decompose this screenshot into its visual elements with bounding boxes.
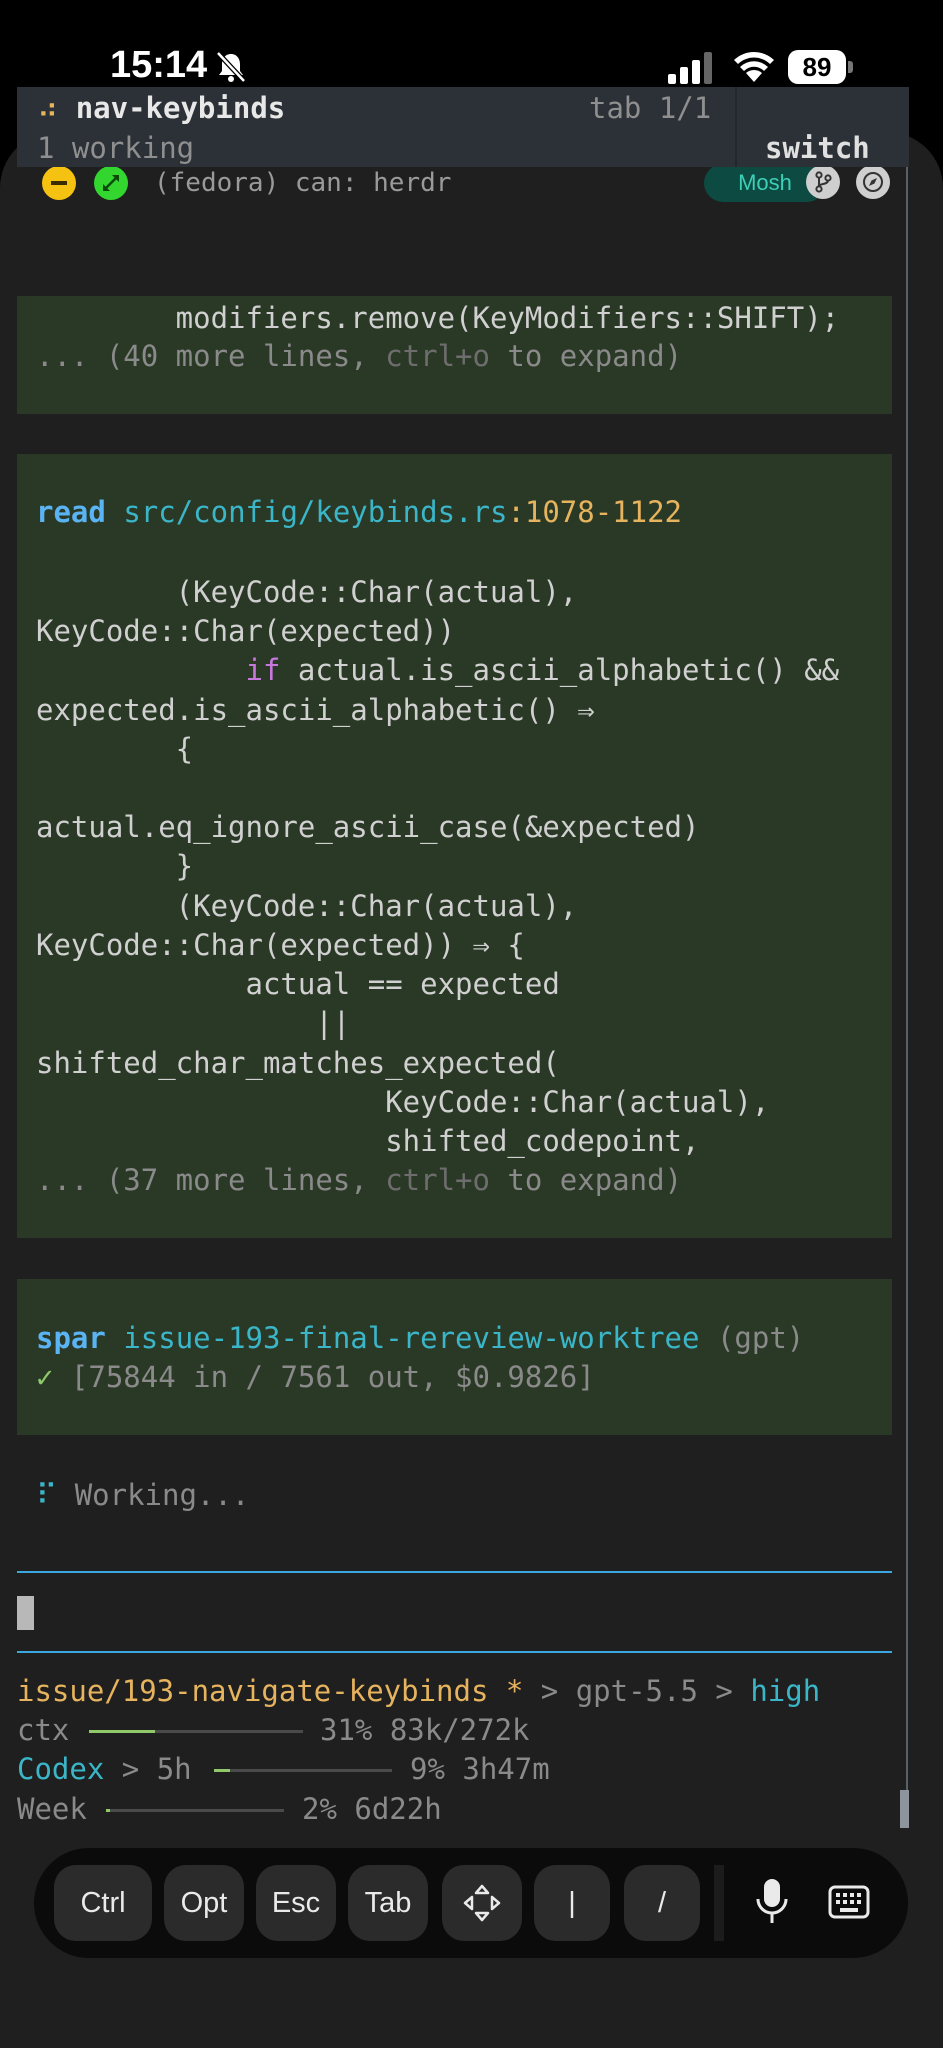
- ctx-progress-fill: [89, 1730, 156, 1733]
- more-keys-edge[interactable]: [714, 1865, 724, 1941]
- read-keyword: read: [36, 495, 106, 529]
- input-border-top: [17, 1571, 892, 1573]
- slash-key[interactable]: /: [624, 1865, 700, 1941]
- tab-working-status: 1 working: [37, 131, 195, 165]
- tab-key[interactable]: Tab: [348, 1865, 428, 1941]
- cellular-signal-icon: [668, 52, 712, 84]
- spinner-icon: ⠴: [37, 91, 59, 125]
- code-line: actual.eq_ignore_ascii_case(&expected): [36, 810, 700, 844]
- code-line: if actual.is_ascii_alphabetic() &&: [245, 653, 840, 687]
- tab-name[interactable]: ⠴ nav-keybinds: [37, 91, 285, 125]
- ctrl-key[interactable]: Ctrl: [54, 1865, 152, 1941]
- codex-progress-fill: [214, 1769, 231, 1772]
- code-line: {: [36, 732, 194, 766]
- code-line: }: [36, 849, 194, 883]
- battery-icon: 89: [788, 50, 856, 86]
- status-time: 15:14: [110, 44, 208, 86]
- git-branch-icon[interactable]: [806, 165, 840, 199]
- expand-icon[interactable]: [94, 166, 128, 200]
- ctx-value: 31% 83k/272k: [320, 1713, 530, 1747]
- week-progress-bar: [106, 1809, 284, 1812]
- code-line: KeyCode::Char(expected)) ⇒ {: [36, 928, 525, 962]
- opt-key[interactable]: Opt: [164, 1865, 244, 1941]
- check-icon: ✓: [36, 1360, 54, 1394]
- codex-label: Codex > 5h: [17, 1752, 192, 1786]
- codex-progress-bar: [214, 1769, 392, 1772]
- week-label: Week: [17, 1792, 87, 1826]
- compass-icon[interactable]: [856, 165, 890, 199]
- switch-button[interactable]: switch: [765, 131, 870, 165]
- week-value: 2% 6d22h: [302, 1792, 442, 1826]
- code-line: KeyCode::Char(expected)): [36, 614, 456, 648]
- esc-key[interactable]: Esc: [256, 1865, 336, 1941]
- scrollbar-thumb[interactable]: [900, 1790, 909, 1828]
- week-progress-fill: [106, 1809, 110, 1812]
- code-line: actual == expected: [36, 967, 560, 1001]
- input-cursor[interactable]: [17, 1596, 34, 1630]
- pipe-key[interactable]: |: [534, 1865, 610, 1941]
- wifi-icon: [734, 52, 774, 82]
- code-line: modifiers.remove(KeyModifiers::SHIFT);: [36, 301, 840, 335]
- tab-divider: [735, 87, 737, 167]
- keyboard-toolbar: Ctrl Opt Esc Tab | /: [34, 1848, 908, 1958]
- expand-hint: ... (40 more lines, ctrl+o to expand): [36, 339, 683, 373]
- read-command: read src/config/keybinds.rs:1078-1122: [36, 492, 682, 532]
- minimize-icon[interactable]: [42, 166, 76, 200]
- move-arrows-icon[interactable]: [442, 1865, 522, 1941]
- working-indicator: ⠏ Working...: [36, 1478, 250, 1512]
- microphone-icon[interactable]: [752, 1875, 792, 1931]
- code-line: KeyCode::Char(actual),: [36, 1085, 770, 1119]
- expand-hint: ... (37 more lines, ctrl+o to expand): [36, 1163, 683, 1197]
- spar-command: spar issue-193-final-rereview-worktree (…: [36, 1321, 805, 1355]
- code-line: shifted_codepoint,: [36, 1124, 700, 1158]
- input-border-bottom: [17, 1651, 892, 1653]
- ctx-progress-bar: [89, 1730, 303, 1733]
- spinner-icon: ⠏: [36, 1478, 58, 1512]
- tab-count: tab 1/1: [589, 91, 712, 125]
- battery-percent: 89: [802, 52, 832, 82]
- code-line: ||: [36, 1006, 351, 1040]
- statusline-branch: issue/193-navigate-keybinds * > gpt-5.5 …: [17, 1674, 821, 1708]
- ctx-label: ctx: [17, 1713, 70, 1747]
- code-line: expected.is_ascii_alphabetic() ⇒: [36, 693, 595, 727]
- bell-slash-icon: [216, 51, 246, 83]
- window-title: (fedora) can: herdr: [154, 168, 452, 198]
- spar-result: ✓ [75844 in / 7561 out, $0.9826]: [36, 1360, 595, 1394]
- read-range: :1078-1122: [507, 495, 683, 529]
- code-line: shifted_char_matches_expected(: [36, 1046, 560, 1080]
- tab-bar: ⠴ nav-keybinds tab 1/1 1 working switch: [17, 87, 909, 167]
- code-line: (KeyCode::Char(actual),: [36, 575, 578, 609]
- code-line: (KeyCode::Char(actual),: [36, 889, 578, 923]
- scrollbar-track[interactable]: [906, 167, 908, 1827]
- codex-value: 9% 3h47m: [410, 1752, 550, 1786]
- keyboard-icon[interactable]: [828, 1881, 870, 1925]
- read-path[interactable]: src/config/keybinds.rs: [123, 495, 507, 529]
